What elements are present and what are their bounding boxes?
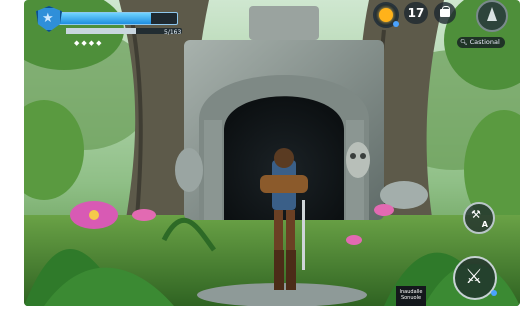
stamina-bar-fill (66, 28, 136, 34)
sword-icon: ⚔ (465, 264, 483, 288)
notification-dot (393, 21, 399, 27)
health-bar (58, 12, 178, 25)
action-a-button[interactable]: ⚒ A (463, 202, 495, 234)
stamina-text: 5/163 (164, 29, 182, 36)
bag-icon[interactable] (434, 2, 456, 24)
location-text: Castional (469, 38, 500, 46)
search-icon: 🔍︎ (460, 39, 468, 46)
game-viewport[interactable]: ★ 5/163 ◆◆◆◆ 17 🔍︎ Castional ⚒ A ⚔ Inauda… (24, 0, 520, 306)
sun-icon[interactable] (373, 2, 399, 28)
bottom-tag: Inaudalle Sonuole (396, 286, 426, 306)
shield-icon[interactable]: ★ (36, 6, 62, 32)
compass-icon[interactable] (476, 0, 508, 32)
attack-button[interactable]: ⚔ (453, 256, 497, 300)
health-bar-fill (59, 13, 152, 24)
health-panel: ★ 5/163 ◆◆◆◆ (36, 6, 186, 47)
location-label[interactable]: 🔍︎ Castional (457, 37, 505, 48)
star-icon: ★ (42, 11, 54, 26)
compass-arrow (487, 7, 497, 21)
lever-icon: ⚒ (471, 208, 481, 221)
notification-dot (491, 290, 497, 296)
action-a-label: A (481, 220, 488, 229)
charge-pips: ◆◆◆◆ (74, 39, 104, 47)
sun-core (379, 8, 393, 22)
level-badge[interactable]: 17 (404, 2, 428, 24)
bag-body (440, 9, 450, 17)
